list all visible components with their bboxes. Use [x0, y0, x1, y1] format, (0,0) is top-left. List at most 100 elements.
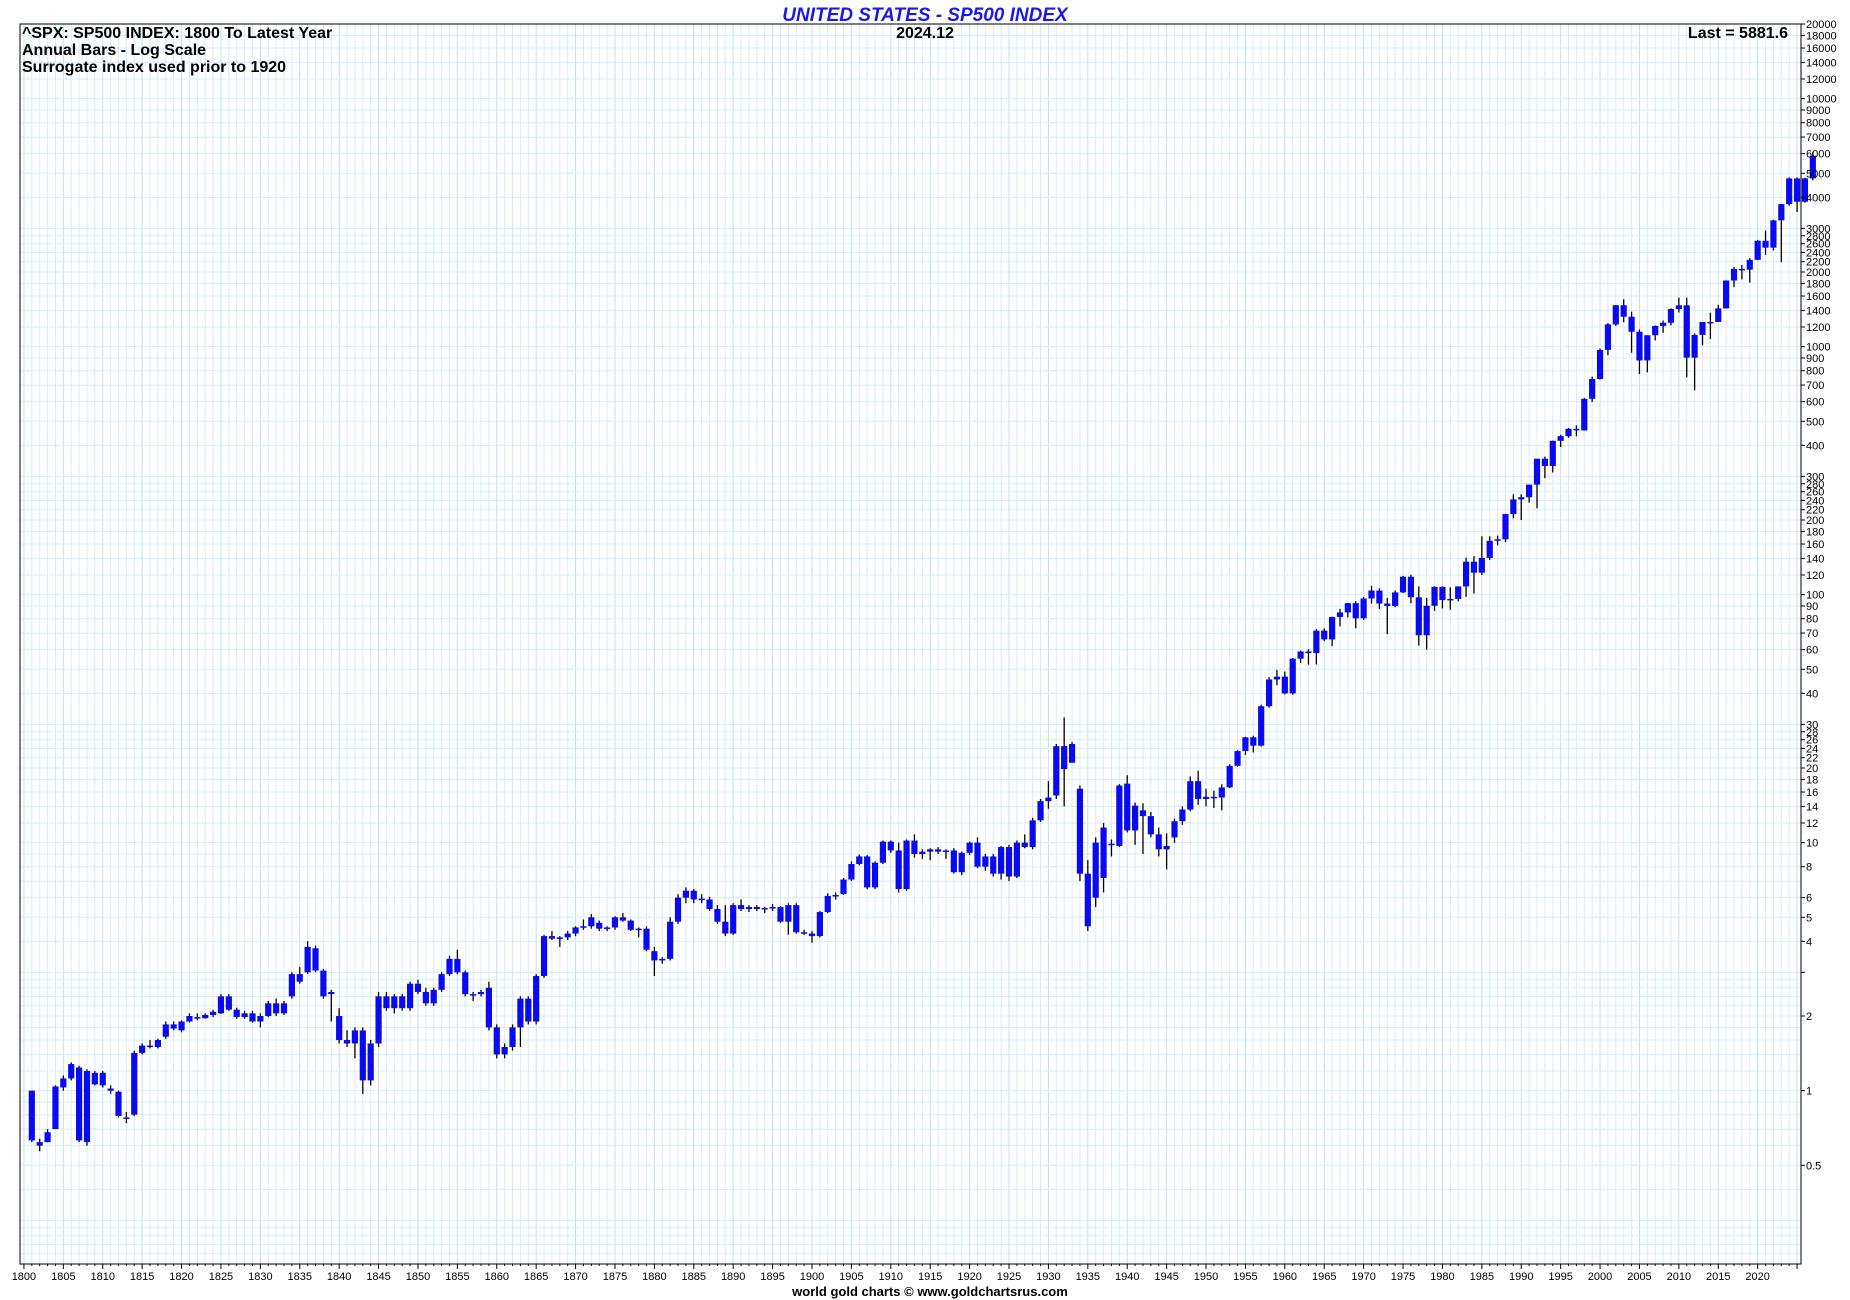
x-tick-label: 2000: [1588, 1271, 1612, 1283]
candle-body: [761, 908, 768, 910]
candle-body: [1565, 428, 1572, 437]
candle-body: [1171, 821, 1178, 838]
candle-body: [635, 928, 642, 931]
chart-title: UNITED STATES - SP500 INDEX: [782, 5, 1069, 26]
candle-body: [241, 1013, 248, 1018]
candle-body: [391, 996, 398, 1009]
candle-body: [1762, 240, 1769, 248]
candle-body: [808, 933, 816, 937]
x-tick-label: 1835: [288, 1271, 312, 1283]
candle-body: [1124, 783, 1131, 831]
header-line-3: Surrogate index used prior to 1920: [22, 59, 286, 76]
y-tick-label: 140: [1806, 553, 1824, 565]
y-tick-label: 50: [1806, 664, 1818, 676]
candle-body: [1462, 561, 1470, 587]
candle-body: [1541, 458, 1548, 466]
x-tick-label: 1945: [1154, 1271, 1178, 1283]
candle-body: [730, 905, 737, 934]
candle-body: [1518, 497, 1525, 500]
y-tick-label: 4: [1806, 936, 1812, 948]
candle-body: [485, 987, 492, 1028]
candle-body: [950, 850, 957, 873]
y-tick-label: 500: [1806, 416, 1824, 428]
candle-body: [1202, 796, 1210, 799]
x-tick-label: 1875: [603, 1271, 627, 1283]
candle-body: [1675, 305, 1682, 310]
candle-body: [801, 932, 808, 934]
x-tick-label: 1920: [957, 1271, 981, 1283]
candle-body: [1037, 801, 1044, 821]
candle-body: [1084, 873, 1091, 927]
candle-body: [753, 907, 760, 910]
candle-body: [328, 991, 335, 995]
candle-body: [154, 1040, 162, 1047]
x-tick-label: 1810: [91, 1271, 115, 1283]
x-tick-label: 2015: [1706, 1271, 1730, 1283]
candle-body: [1691, 334, 1698, 358]
candle-body: [856, 856, 863, 865]
y-tick-label: 18: [1806, 774, 1818, 786]
candle-body: [1557, 436, 1564, 441]
candle-body: [233, 1009, 240, 1018]
candle-body: [470, 994, 477, 996]
candle-body: [974, 842, 981, 867]
candle-body: [52, 1086, 59, 1130]
candle-body: [1604, 324, 1612, 350]
y-tick-label: 14000: [1806, 57, 1837, 69]
candle-body: [1187, 781, 1194, 810]
candle-body: [1746, 259, 1753, 270]
x-tick-label: 1955: [1233, 1271, 1257, 1283]
y-tick-label: 60: [1806, 645, 1818, 657]
candle-body: [1392, 592, 1399, 607]
candle-body: [895, 850, 902, 890]
candle-body: [1786, 178, 1793, 205]
candle-body: [186, 1016, 193, 1022]
x-tick-label: 1860: [485, 1271, 509, 1283]
y-tick-label: 100: [1806, 590, 1824, 602]
candle-body: [1305, 651, 1312, 654]
candle-body: [564, 933, 571, 938]
x-tick-label: 1845: [366, 1271, 390, 1283]
x-tick-label: 1850: [406, 1271, 430, 1283]
candle-body: [596, 922, 603, 929]
candle-body: [659, 958, 666, 961]
candle-body: [99, 1072, 106, 1086]
candle-body: [146, 1045, 154, 1048]
candle-body: [91, 1072, 98, 1085]
candle-body: [1407, 576, 1415, 598]
x-tick-label: 1905: [839, 1271, 863, 1283]
candle-body: [1455, 586, 1462, 599]
candle-body: [1108, 843, 1115, 846]
y-tick-label: 700: [1806, 380, 1824, 392]
candle-body: [643, 928, 650, 950]
candle-body: [1273, 676, 1281, 680]
candle-body: [28, 1090, 35, 1141]
candle-body: [698, 898, 705, 901]
y-tick-label: 12000: [1806, 74, 1837, 86]
header-last-value: Last = 5881.6: [1688, 25, 1788, 42]
candle-body: [533, 975, 540, 1022]
candle-body: [548, 936, 556, 939]
candle-body: [1754, 240, 1761, 260]
candle-body: [162, 1024, 169, 1037]
chart-svg: 0.51245681012141618202224262830405060708…: [12, 5, 1837, 1299]
candle-body: [1147, 816, 1154, 835]
candle-body: [1581, 398, 1588, 431]
candle-body: [942, 850, 950, 852]
candle-body: [525, 998, 532, 1022]
candle-body: [1447, 598, 1454, 601]
candle-body: [1258, 706, 1265, 746]
candle-body: [1730, 268, 1738, 281]
candle-body: [588, 917, 595, 927]
grid-layer: [20, 23, 1801, 1265]
x-tick-label: 1990: [1509, 1271, 1533, 1283]
candle-body: [887, 841, 894, 851]
candle-body: [1116, 785, 1123, 846]
candle-body: [737, 905, 745, 910]
candle-body: [540, 936, 548, 976]
x-tick-label: 1800: [12, 1271, 36, 1283]
candle-body: [1061, 746, 1068, 770]
candle-body: [1470, 561, 1478, 573]
candle-body: [816, 912, 823, 937]
candle-body: [280, 1003, 288, 1014]
